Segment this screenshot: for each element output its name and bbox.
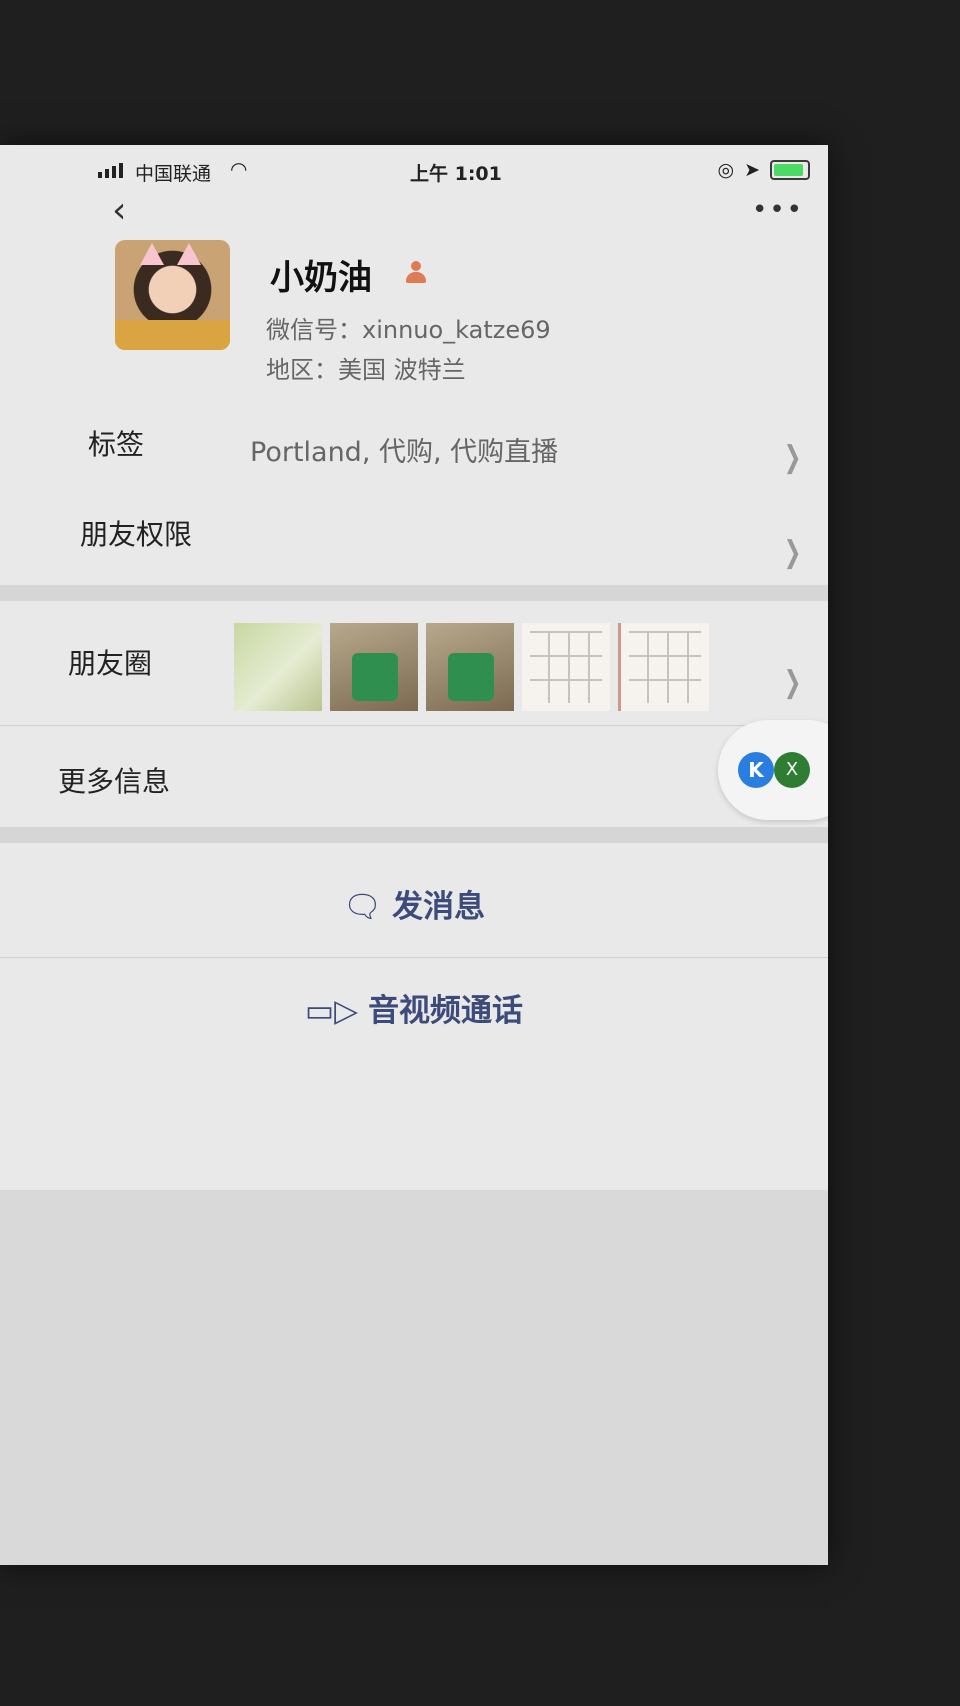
close-icon[interactable]: X — [774, 752, 810, 788]
chevron-right-icon: ❯ — [783, 440, 802, 475]
more-info-label: 更多信息 — [58, 765, 171, 798]
moments-thumbnail — [330, 623, 418, 711]
region: 地区：美国 波特兰 — [266, 356, 466, 384]
section-divider — [0, 585, 828, 601]
moments-thumbnails — [234, 623, 709, 711]
location-icon: ➤ — [744, 159, 760, 181]
video-call-button[interactable]: ▭▷ 音视频通话 — [0, 985, 828, 1030]
video-call-label: 音视频通话 — [368, 993, 524, 1029]
video-camera-icon: ▭▷ — [304, 993, 359, 1029]
k-app-icon[interactable]: K — [738, 752, 774, 788]
status-time: 上午 1:01 — [410, 163, 502, 185]
tags-value: Portland, 代购, 代购直播 — [250, 437, 559, 468]
person-icon — [404, 261, 428, 285]
phone-screen: 中国联通 ◠ 上午 1:01 ◎ ➤ ‹ ••• 小奶油 微信号：xinnuo_… — [0, 145, 828, 1565]
empty-area — [0, 1190, 828, 1565]
chat-bubble-icon: 🗨 — [342, 889, 383, 925]
chevron-right-icon: ❯ — [783, 665, 802, 700]
battery-icon — [770, 160, 810, 180]
wechat-id: 微信号：xinnuo_katze69 — [266, 316, 551, 344]
avatar[interactable] — [115, 240, 230, 350]
wifi-icon: ◠ — [230, 157, 248, 181]
moments-thumbnail — [426, 623, 514, 711]
floating-widget[interactable]: K X — [718, 720, 828, 820]
moments-thumbnail — [234, 623, 322, 711]
permissions-label: 朋友权限 — [80, 518, 193, 551]
status-bar: 中国联通 ◠ 上午 1:01 ◎ ➤ — [90, 153, 820, 193]
orientation-lock-icon: ◎ — [717, 159, 735, 181]
section-divider — [0, 827, 828, 843]
more-dots-icon[interactable]: ••• — [752, 195, 804, 225]
tags-label: 标签 — [88, 428, 145, 461]
send-message-button[interactable]: 🗨 发消息 — [0, 881, 828, 926]
moments-thumbnail — [522, 623, 610, 711]
carrier-label: 中国联通 — [135, 163, 212, 185]
chevron-right-icon: ❯ — [783, 535, 802, 570]
profile-nickname: 小奶油 — [270, 258, 372, 298]
moments-label: 朋友圈 — [68, 647, 153, 680]
moments-thumbnail — [618, 623, 709, 711]
signal-icon — [98, 163, 123, 178]
back-icon[interactable]: ‹ — [112, 190, 126, 231]
send-message-label: 发消息 — [392, 889, 486, 925]
